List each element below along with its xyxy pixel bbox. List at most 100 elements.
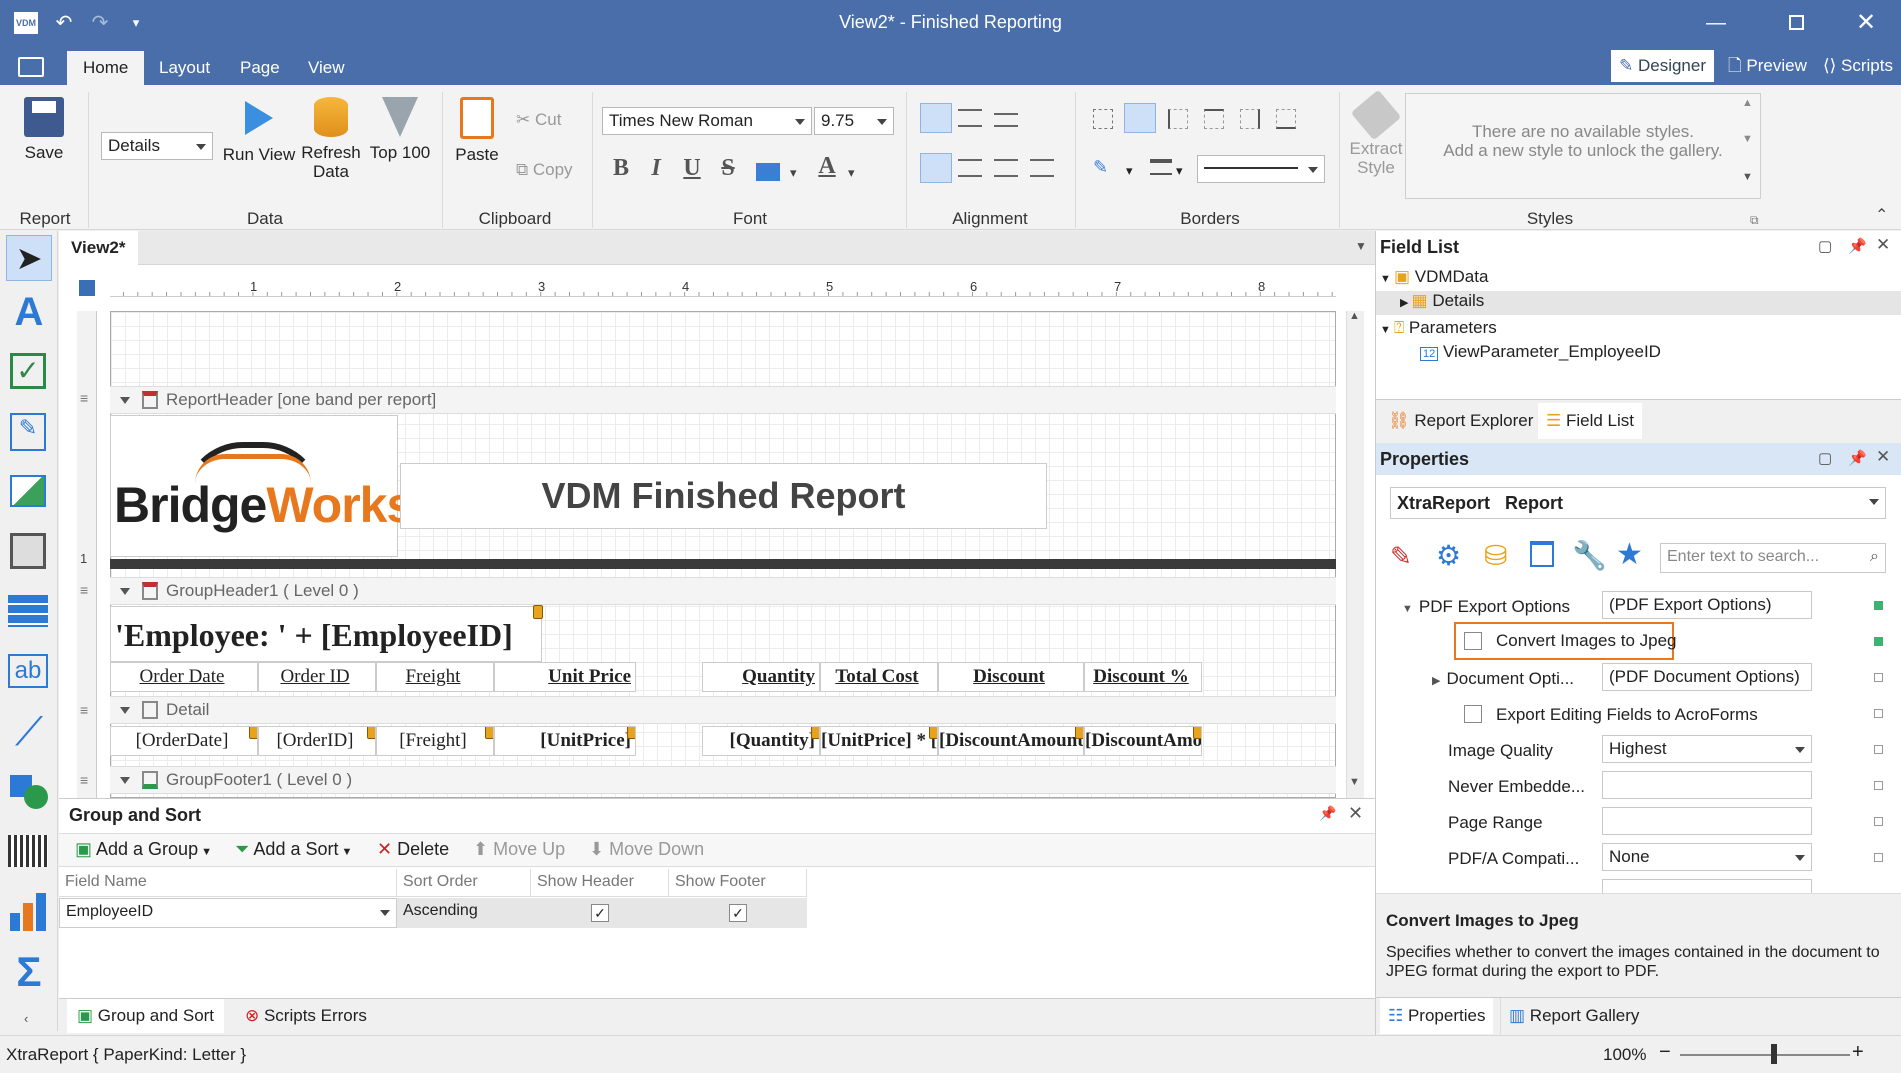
detail-cell[interactable]: [UnitPrice] [494, 726, 636, 756]
label-tool-icon[interactable]: A [6, 289, 52, 335]
pointer-tool-icon[interactable]: ➤ [6, 235, 52, 281]
file-menu-icon[interactable] [18, 57, 44, 77]
show-footer-cell[interactable]: ✓ [669, 898, 807, 928]
border-none-icon[interactable] [1093, 109, 1113, 129]
band-group-footer[interactable]: GroupFooter1 ( Level 0 ) [110, 766, 1336, 794]
panel-close-icon[interactable]: ✕ [1876, 235, 1890, 255]
character-comb-tool-icon[interactable]: ab [6, 649, 52, 695]
detail-cell[interactable]: [OrderDate] [110, 726, 258, 756]
tree-item-parameter[interactable]: 12 ViewParameter_EmployeeID [1420, 342, 1661, 362]
run-view-button[interactable]: Run View [222, 101, 296, 164]
column-header-cell[interactable]: Unit Price [494, 662, 636, 692]
align-bottom-icon[interactable] [994, 113, 1018, 127]
tab-report-gallery[interactable]: ▥ Report Gallery [1500, 998, 1647, 1034]
strikethrough-icon[interactable]: S [715, 155, 741, 182]
prop-image-quality-dropdown[interactable]: Highest [1602, 735, 1812, 763]
extract-style-button[interactable]: Extract Style [1346, 89, 1406, 177]
column-header-cell[interactable]: Total Cost [820, 662, 938, 692]
column-header-cell[interactable]: Order Date [110, 662, 258, 692]
pin-icon[interactable]: 📌 [1848, 237, 1867, 255]
appearance-icon[interactable]: ✎ [1390, 541, 1412, 572]
scroll-down-icon[interactable]: ▼ [1349, 776, 1360, 788]
layout-icon[interactable] [1530, 541, 1554, 567]
copy-button[interactable]: ⧉ Copy [516, 160, 573, 180]
delete-button[interactable]: ✕ Delete [377, 839, 449, 860]
summary-tool-icon[interactable]: Σ [6, 949, 52, 995]
export-fields-checkbox[interactable] [1464, 705, 1482, 723]
chart-tool-icon[interactable] [6, 891, 52, 937]
font-size-dropdown[interactable]: 9.75 [814, 107, 894, 135]
prop-never-embedded-input[interactable] [1602, 771, 1812, 799]
refresh-data-button[interactable]: Refresh Data [298, 97, 364, 181]
tab-home[interactable]: Home [67, 51, 145, 85]
float-icon[interactable]: ▢ [1818, 449, 1832, 467]
top-100-button[interactable]: Top 100 [367, 97, 433, 162]
picture-box-tool-icon[interactable] [6, 469, 52, 515]
border-left-icon[interactable] [1168, 109, 1188, 129]
datasource-dropdown[interactable]: Details [101, 132, 213, 160]
add-sort-button[interactable]: ⏷ Add a Sort ▼ [235, 839, 352, 860]
tab-view[interactable]: View [292, 51, 361, 85]
document-tabs-dropdown-icon[interactable]: ▼ [1355, 239, 1367, 253]
bold-icon[interactable]: B [608, 155, 634, 182]
prop-document-label[interactable]: ▶ Document Opti... [1432, 669, 1574, 689]
detail-cell[interactable]: [OrderID] [258, 726, 376, 756]
band-handle-icon[interactable]: ≡ [80, 582, 88, 598]
styles-gallery[interactable]: There are no available styles. Add a new… [1405, 93, 1761, 199]
add-group-button[interactable]: ▣ Add a Group ▼ [75, 839, 212, 860]
underline-icon[interactable]: U [679, 155, 705, 182]
align-center-icon[interactable] [958, 159, 982, 177]
highlight-color-icon[interactable] [756, 163, 780, 181]
column-header-cell[interactable]: Freight [376, 662, 494, 692]
border-top-icon[interactable] [1204, 109, 1224, 129]
italic-icon[interactable]: I [643, 155, 669, 182]
designer-button[interactable]: ✎ Designer [1611, 50, 1715, 82]
zoom-out-icon[interactable]: − [1659, 1041, 1671, 1064]
tree-item-parameters[interactable]: ▼ ⍰ Parameters [1380, 318, 1497, 338]
prop-page-range-input[interactable] [1602, 807, 1812, 835]
border-bottom-icon[interactable] [1276, 109, 1296, 129]
property-search-input[interactable]: Enter text to search... ⌕ [1660, 543, 1886, 573]
header-divider-line[interactable] [110, 559, 1336, 569]
detail-cell[interactable]: [Freight] [376, 726, 494, 756]
band-handle-icon[interactable]: ≡ [80, 390, 88, 406]
toolbox-scroll-icon[interactable]: ‹ [24, 1011, 28, 1026]
column-header-cell[interactable]: Order ID [258, 662, 376, 692]
panel-tool-icon[interactable] [6, 529, 52, 575]
align-right-icon[interactable] [994, 159, 1018, 177]
pin-icon[interactable]: 📌 [1848, 449, 1867, 467]
band-group-header[interactable]: GroupHeader1 ( Level 0 ) [110, 577, 1336, 605]
object-selector-dropdown[interactable]: XtraReport Report [1390, 487, 1886, 519]
zoom-slider-thumb[interactable] [1770, 1044, 1777, 1064]
minimize-icon[interactable]: — [1702, 10, 1730, 36]
shape-tool-icon[interactable] [6, 769, 52, 815]
checkbox-tool-icon[interactable]: ✓ [6, 349, 52, 395]
paste-button[interactable]: Paste [452, 97, 502, 164]
border-dash-style-dropdown[interactable] [1197, 155, 1325, 183]
tab-scripts-errors[interactable]: ⊗ Scripts Errors [235, 999, 377, 1033]
show-header-checkbox[interactable]: ✓ [591, 904, 609, 922]
gallery-scroll-down-icon[interactable]: ▼ [1742, 133, 1753, 145]
zoom-in-icon[interactable]: + [1852, 1041, 1864, 1064]
column-header-cell[interactable]: Discount Amount [938, 662, 1084, 715]
prop-pdfa-dropdown[interactable]: None [1602, 843, 1812, 871]
gallery-scroll-up-icon[interactable]: ▲ [1742, 97, 1753, 109]
data-icon[interactable]: ⛁ [1484, 539, 1507, 572]
border-width-dropdown-icon[interactable]: ▾ [1176, 163, 1183, 179]
favorites-icon[interactable]: ★ [1616, 537, 1643, 572]
collapse-ribbon-icon[interactable]: ⌃ [1875, 205, 1888, 225]
band-report-header[interactable]: ReportHeader [one band per report] [110, 386, 1336, 414]
float-icon[interactable]: ▢ [1818, 237, 1832, 255]
move-down-button[interactable]: ⬇ Move Down [589, 839, 704, 860]
wrench-icon[interactable]: 🔧 [1572, 539, 1607, 572]
scripts-button[interactable]: ⟨⟩ Scripts [1815, 50, 1901, 82]
zoom-slider[interactable] [1680, 1054, 1850, 1056]
close-icon[interactable]: ✕ [1852, 10, 1880, 36]
prop-next-input[interactable] [1602, 879, 1812, 893]
rich-text-tool-icon[interactable]: ✎ [6, 409, 52, 455]
preview-button[interactable]: 🗋 Preview [1720, 50, 1815, 82]
tab-field-list[interactable]: ☰ Field List [1538, 403, 1642, 439]
align-middle-icon[interactable] [958, 109, 982, 127]
tab-report-explorer[interactable]: ⛓ Report Explorer [1380, 403, 1543, 439]
ruler-corner-icon[interactable] [79, 280, 95, 296]
